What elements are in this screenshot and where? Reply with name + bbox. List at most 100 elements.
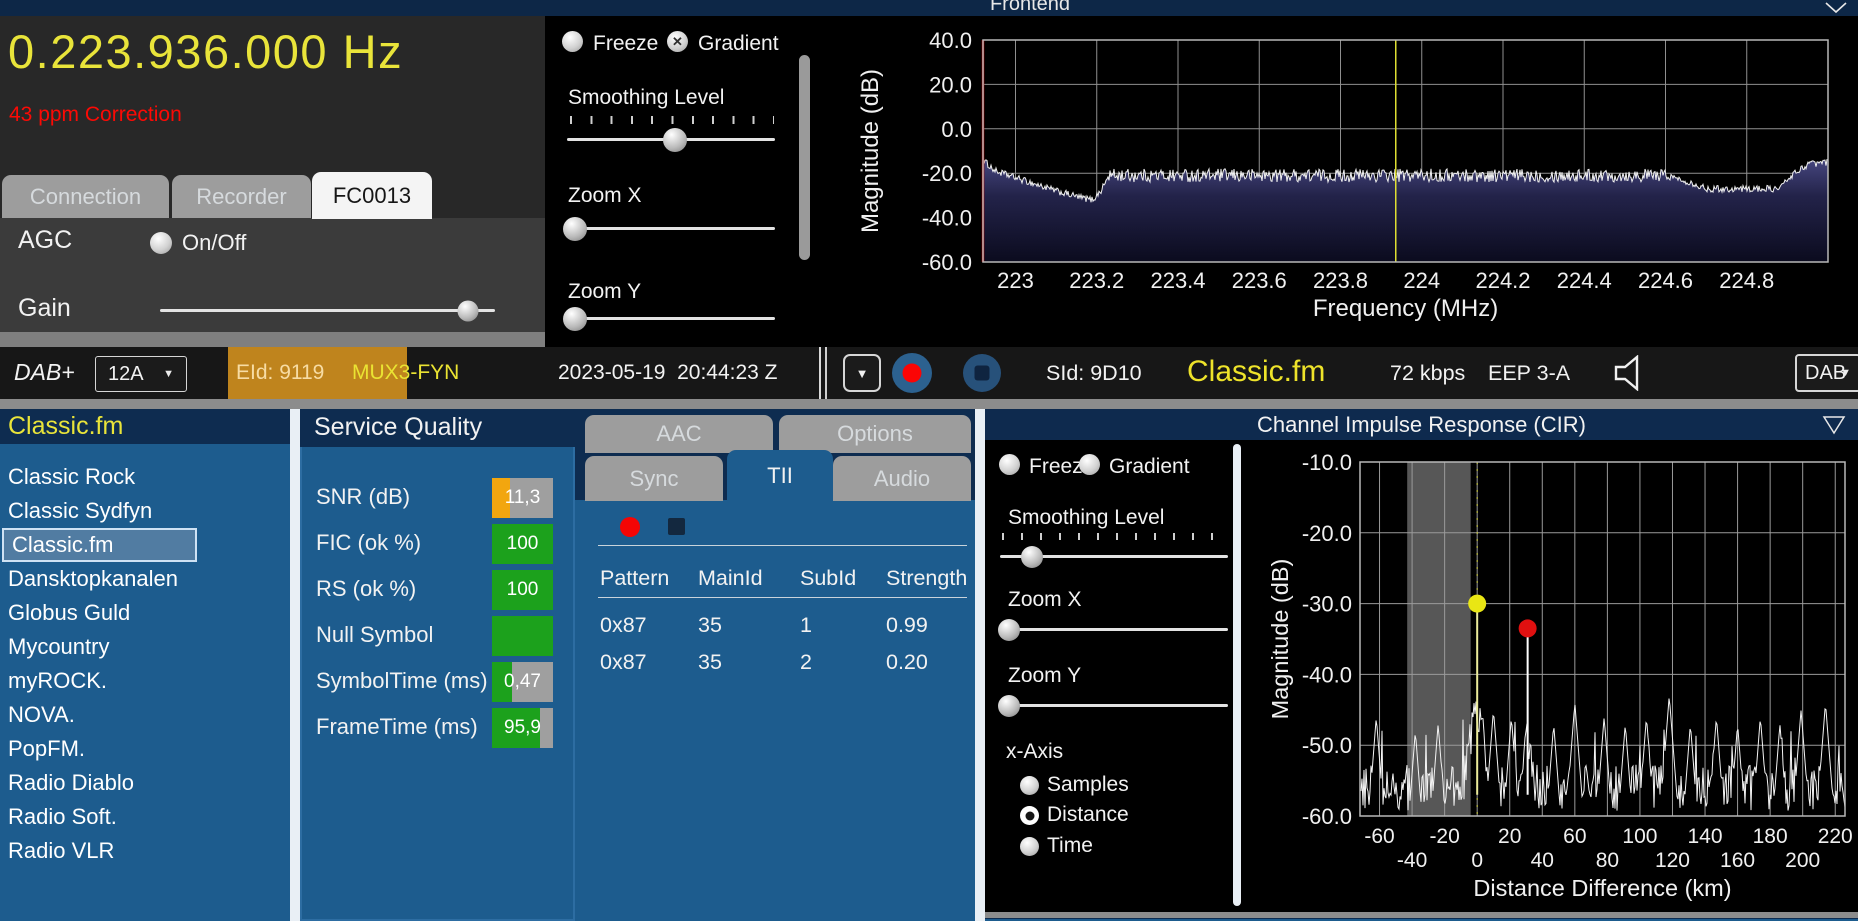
svg-text:200: 200 [1785, 849, 1820, 872]
agc-label: AGC [18, 226, 73, 254]
cir-gradient-radio[interactable] [1079, 454, 1100, 475]
svg-text:-60.0: -60.0 [1302, 804, 1352, 829]
spectrum-plot[interactable]: 40.0 20.0 0.0 -20.0 -40.0 -60.0 223 223.2 223.4 2… [810, 16, 1858, 347]
svg-text:223.6: 223.6 [1232, 268, 1287, 293]
svg-text:223.4: 223.4 [1150, 268, 1205, 293]
device-tab-fc0013[interactable]: FC0013 [312, 172, 432, 219]
gain-slider[interactable] [160, 300, 495, 322]
svg-text:Magnitude (dB): Magnitude (dB) [857, 69, 884, 233]
ensemble-id: EId: 9119 [236, 361, 325, 384]
splitter-handle[interactable] [799, 55, 810, 260]
cir-smoothing-knob[interactable] [1020, 546, 1043, 568]
speaker-icon[interactable] [1612, 355, 1652, 391]
frontend-zoom-y-slider[interactable] [563, 307, 775, 331]
service-quality-title: Service Quality [314, 413, 483, 441]
cir-zoom-y-track[interactable] [1000, 704, 1228, 707]
xaxis-radio-time[interactable] [1020, 837, 1039, 856]
station-list-item[interactable]: Classic Rock [0, 460, 290, 494]
cir-zoom-x-knob[interactable] [998, 619, 1021, 641]
gain-slider-track[interactable] [160, 309, 495, 312]
svg-text:224.4: 224.4 [1557, 268, 1612, 293]
cir-smoothing-slider[interactable] [1000, 546, 1228, 568]
svg-text:20.0: 20.0 [929, 72, 972, 97]
svg-text:-60: -60 [1364, 825, 1394, 848]
frontend-zoom-y-track[interactable] [567, 317, 775, 320]
sq-row-value: 100 [506, 579, 539, 600]
frontend-zoom-x-track[interactable] [567, 227, 775, 230]
svg-text:-60.0: -60.0 [922, 250, 972, 275]
svg-text:Distance Difference (km): Distance Difference (km) [1473, 875, 1731, 901]
cir-collapse-triangle-icon[interactable] [1822, 415, 1846, 435]
gain-slider-knob[interactable] [457, 300, 479, 322]
xaxis-radio-distance[interactable] [1020, 806, 1039, 825]
tii-table-cell: 0.99 [886, 613, 928, 637]
sq-row-bar [492, 616, 553, 656]
collapse-chevron-icon[interactable] [1824, 1, 1848, 15]
dropdown-caret-icon: ▼ [855, 365, 869, 381]
cir-plot[interactable]: -10.0 -20.0 -30.0 -40.0 -50.0 -60.0 -60 -20 20 60… [1245, 440, 1858, 912]
cir-zoom-x-track[interactable] [1000, 628, 1228, 631]
sq-row-bar: 0,47 [492, 662, 553, 702]
frontend-zoom-x-knob[interactable] [563, 217, 588, 241]
tab-options[interactable]: Options [779, 415, 971, 453]
tii-col-header: SubId [800, 566, 857, 590]
svg-text:-50.0: -50.0 [1302, 733, 1352, 758]
stop-button[interactable] [963, 354, 1001, 392]
sq-row-label: SNR (dB) [316, 484, 411, 509]
tab-aac[interactable]: AAC [585, 415, 773, 453]
sq-bar-fill [492, 616, 553, 656]
station-list-item[interactable]: Mycountry [0, 630, 290, 664]
station-list-item[interactable]: Radio VLR [0, 834, 290, 868]
svg-text:224: 224 [1403, 268, 1440, 293]
record-button[interactable] [892, 353, 932, 393]
channel-select[interactable]: 12A ▼ [95, 356, 187, 392]
frontend-zoom-y-knob[interactable] [563, 307, 588, 331]
station-list-item[interactable]: myROCK. [0, 664, 290, 698]
cir-zoom-y-knob[interactable] [998, 695, 1021, 717]
tab-audio[interactable]: Audio [833, 456, 971, 501]
svg-text:60: 60 [1563, 825, 1586, 848]
mid-separator-strip [0, 399, 1858, 409]
xaxis-radio-samples[interactable] [1020, 776, 1039, 795]
station-list-item[interactable]: Radio Soft. [0, 800, 290, 834]
device-select[interactable]: DAB ▼ [1795, 354, 1858, 392]
station-list-item[interactable]: Radio Diablo [0, 766, 290, 800]
station-list-item[interactable]: Classic Sydfyn [0, 494, 290, 528]
cir-zoom-x-slider[interactable] [998, 619, 1228, 641]
bitrate: 72 kbps [1390, 361, 1466, 385]
station-list-item[interactable]: NOVA. [0, 698, 290, 732]
service-dropdown-button[interactable]: ▼ [843, 354, 881, 392]
frontend-smoothing-knob[interactable] [663, 128, 688, 152]
device-tab-recorder[interactable]: Recorder [172, 175, 311, 218]
frontend-smoothing-slider[interactable] [567, 128, 775, 152]
panel-divider [290, 409, 300, 921]
cir-gradient-label: Gradient [1109, 455, 1190, 478]
frontend-freeze-radio[interactable] [562, 31, 583, 52]
svg-text:224.8: 224.8 [1719, 268, 1774, 293]
cir-splitter-handle[interactable] [1233, 444, 1241, 906]
station-list-item[interactable]: Globus Guld [0, 596, 290, 630]
svg-text:20: 20 [1498, 825, 1521, 848]
tab-sync[interactable]: Sync [585, 456, 723, 501]
service-id: SId: 9D10 [1046, 361, 1142, 385]
station-list-item[interactable]: Classic.fm [2, 528, 197, 562]
cir-freeze-radio[interactable] [999, 454, 1020, 475]
tab-tii[interactable]: TII [727, 450, 833, 501]
cir-smoothing-label: Smoothing Level [1008, 506, 1165, 529]
tii-table-cell: 35 [698, 613, 722, 637]
svg-text:223: 223 [997, 268, 1034, 293]
device-tab-connection[interactable]: Connection [2, 175, 169, 218]
svg-text:-40: -40 [1397, 849, 1427, 872]
svg-text:140: 140 [1688, 825, 1723, 848]
tuner-panel-bottom-strip [0, 332, 545, 347]
station-list-item[interactable]: PopFM. [0, 732, 290, 766]
agc-onoff-radio[interactable] [150, 232, 172, 254]
cir-smoothing-ticks [1002, 533, 1230, 540]
cir-zoom-y-slider[interactable] [998, 695, 1228, 717]
station-list-item[interactable]: Dansktopkanalen [0, 562, 290, 596]
frontend-smoothing-ticks [570, 116, 774, 124]
frontend-titlebar[interactable]: Frontend [0, 0, 1858, 16]
frontend-zoom-x-slider[interactable] [563, 217, 775, 241]
frontend-gradient-radio[interactable] [667, 31, 688, 52]
svg-text:40: 40 [1531, 849, 1554, 872]
